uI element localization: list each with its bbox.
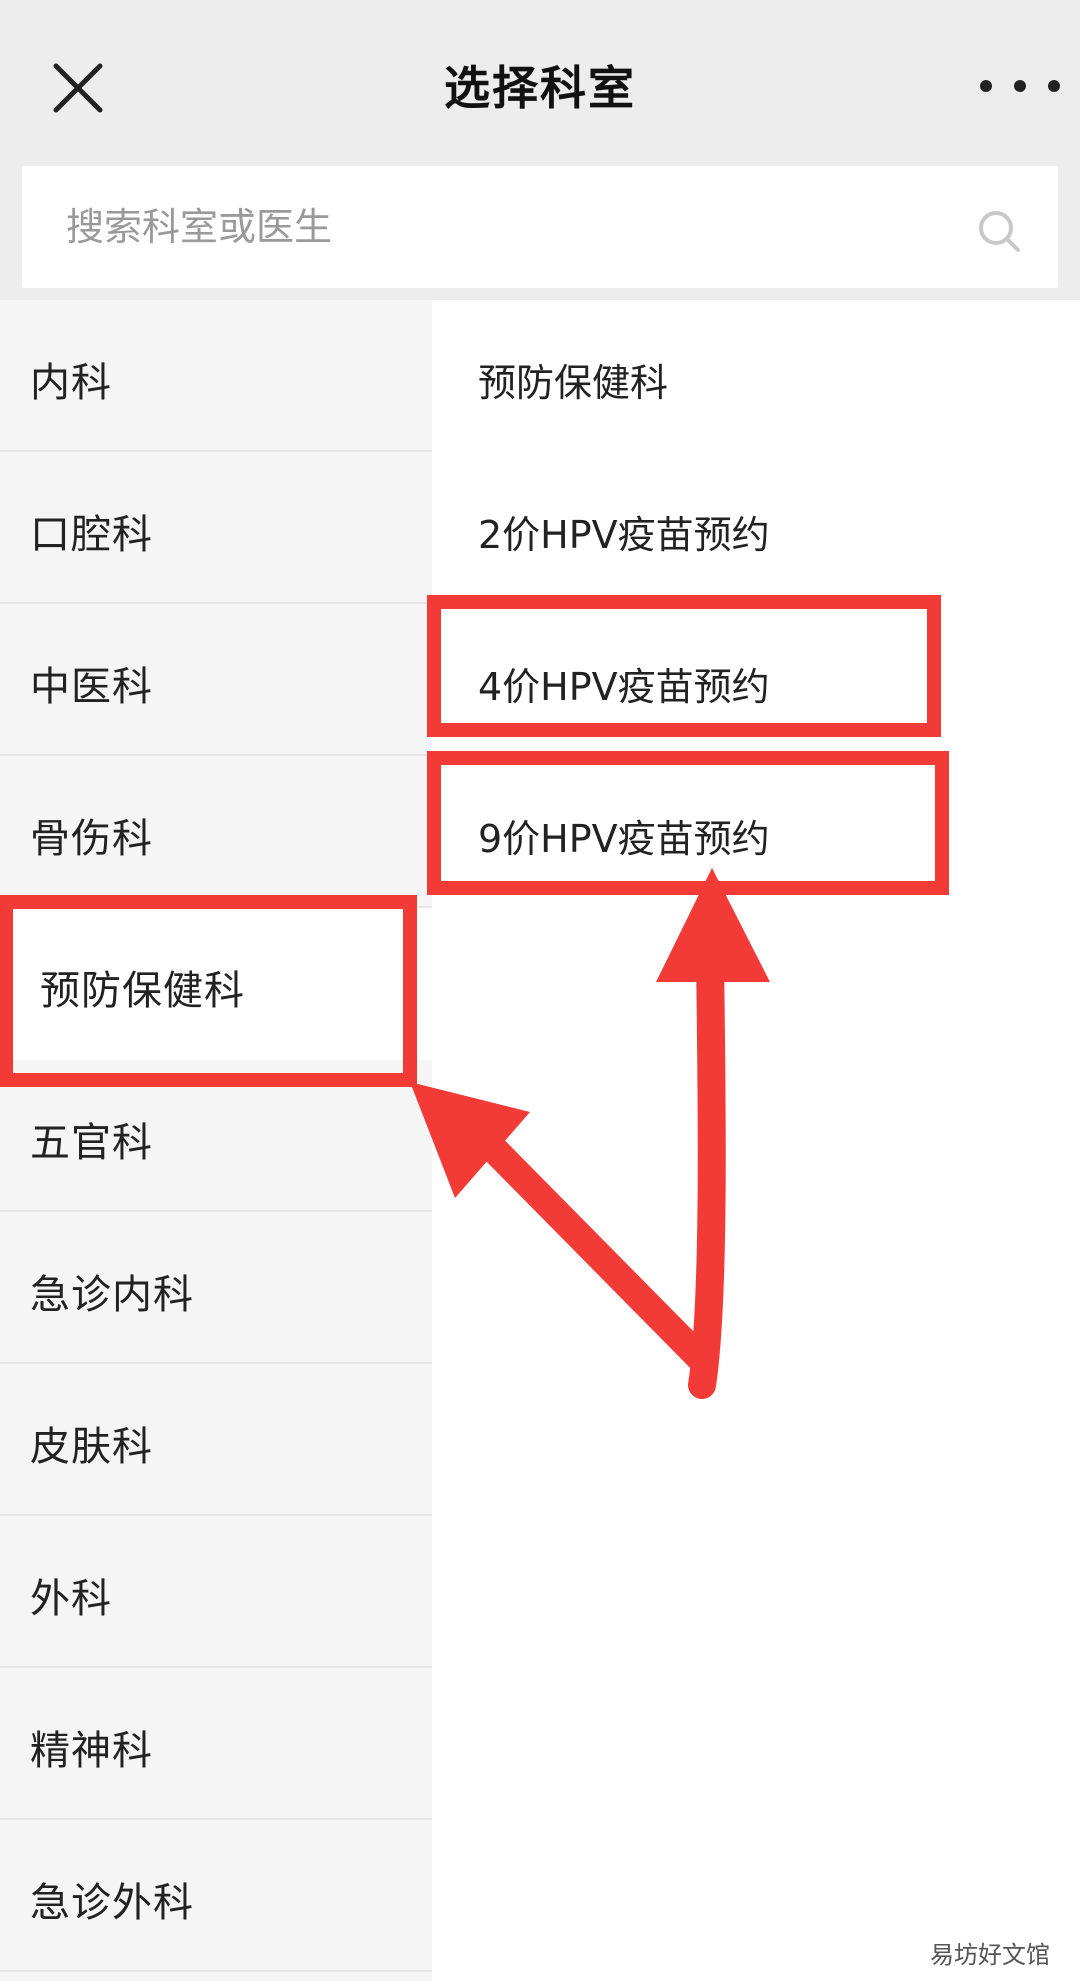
sub-item-label: 2价HPV疫苗预约 — [478, 513, 770, 557]
sub-item-yufang[interactable]: 预防保健科 — [432, 300, 1080, 452]
department-item-zhongyi[interactable]: 中医科 — [0, 604, 432, 756]
department-list: 内科 口腔科 中医科 骨伤科 预防保健科 五官科 急诊内科 皮肤科 外科 精神科… — [0, 300, 432, 1981]
sub-item-hpv-9[interactable]: 9价HPV疫苗预约 — [432, 756, 1080, 908]
search-box — [22, 166, 1058, 288]
search-bar — [0, 150, 1080, 300]
nav-bar: 选择科室 — [0, 0, 1080, 165]
department-label: 外科 — [30, 1576, 112, 1622]
department-label: 急诊内科 — [30, 1272, 194, 1318]
sub-item-hpv-2[interactable]: 2价HPV疫苗预约 — [432, 452, 1080, 604]
sub-item-label: 9价HPV疫苗预约 — [478, 817, 770, 861]
department-item-yufang-active[interactable]: 预防保健科 — [0, 908, 432, 1060]
search-icon[interactable] — [976, 208, 1024, 256]
department-item-kouqiang[interactable]: 口腔科 — [0, 452, 432, 604]
department-label: 五官科 — [30, 1120, 153, 1166]
more-icon[interactable] — [972, 72, 1068, 100]
department-item-waike[interactable]: 外科 — [0, 1516, 432, 1668]
sub-department-list: 预防保健科 2价HPV疫苗预约 4价HPV疫苗预约 9价HPV疫苗预约 — [432, 300, 1080, 1981]
watermark: 易坊好文馆 — [930, 1935, 1050, 1970]
department-label: 中医科 — [30, 664, 153, 710]
sub-item-hpv-4[interactable]: 4价HPV疫苗预约 — [432, 604, 1080, 756]
department-item-jizhen-neike[interactable]: 急诊内科 — [0, 1212, 432, 1364]
department-item-neike[interactable]: 内科 — [0, 300, 432, 452]
page-title: 选择科室 — [444, 61, 636, 115]
department-label: 口腔科 — [30, 512, 153, 558]
department-label: 皮肤科 — [30, 1424, 153, 1470]
department-label: 急诊外科 — [30, 1880, 194, 1926]
department-label: 精神科 — [30, 1728, 153, 1774]
department-label: 骨伤科 — [30, 816, 153, 862]
sub-item-label: 4价HPV疫苗预约 — [478, 665, 770, 709]
department-item-jingshen[interactable]: 精神科 — [0, 1668, 432, 1820]
sub-item-label: 预防保健科 — [478, 361, 669, 405]
department-label: 预防保健科 — [40, 968, 245, 1014]
department-label: 内科 — [30, 360, 112, 406]
department-item-pifu[interactable]: 皮肤科 — [0, 1364, 432, 1516]
department-item-gushang[interactable]: 骨伤科 — [0, 756, 432, 908]
department-item-wuguan[interactable]: 五官科 — [0, 1060, 432, 1212]
department-item-jizhen-waike[interactable]: 急诊外科 — [0, 1820, 432, 1972]
search-input[interactable] — [66, 166, 946, 288]
